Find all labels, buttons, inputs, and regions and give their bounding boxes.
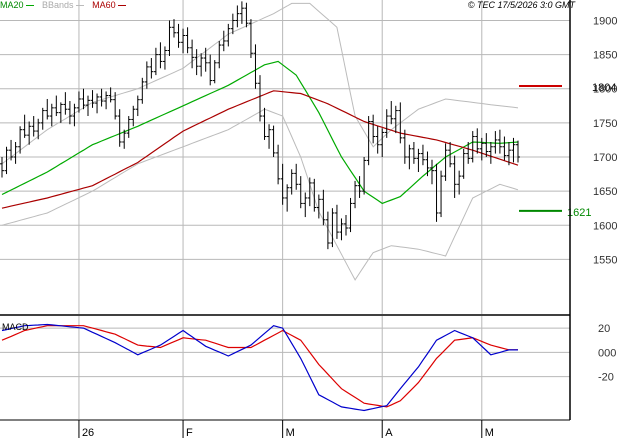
legend-ma20: MA20 — [0, 0, 34, 11]
chart-canvas: 18041621 1550160016501700175018001850190… — [0, 0, 617, 439]
legend-ma20-swatch — [25, 5, 34, 6]
x-tick-label: F — [186, 427, 193, 439]
legend-ma60-swatch — [117, 5, 126, 6]
price-tick-label: 1900 — [593, 15, 617, 27]
legend-ma20-label: MA20 — [0, 0, 24, 10]
legend-bbands-swatch — [75, 5, 84, 6]
x-tick-label: M — [286, 427, 295, 439]
legend-ma60-label: MA60 — [92, 0, 116, 10]
price-panel: 18041621 1550160016501700175018001850190… — [0, 0, 617, 314]
price-y-axis: 1550 1600 1650 1700 1750 1800 1850 1900 — [593, 15, 617, 266]
copyright-text: © TEC 17/5/2026 3:0 GMT — [467, 0, 575, 10]
price-tick-label: 1550 — [593, 254, 617, 266]
legend-bbands-label: BBands — [42, 0, 74, 10]
legend-ma60: MA60 — [92, 0, 126, 11]
price-tick-label: 1800 — [593, 84, 617, 96]
legend: MA20 BBands MA60 — [0, 0, 132, 11]
price-tick-label: 1750 — [593, 118, 617, 130]
x-tick-label: M — [485, 427, 494, 439]
macd-panel-title: MACD — [2, 322, 29, 332]
macd-tick-label: -20 — [598, 372, 614, 384]
price-tick-label: 1650 — [593, 186, 617, 198]
macd-tick-label: 20 — [598, 323, 610, 335]
x-tick-label: 26 — [82, 427, 94, 439]
macd-y-axis: 20 000 -20 — [598, 323, 616, 383]
macd-tick-label: 000 — [598, 347, 616, 359]
price-tick-label: 1600 — [593, 220, 617, 232]
legend-bbands: BBands — [42, 0, 84, 11]
macd-panel: 20 000 -20 — [0, 316, 616, 419]
price-tick-label: 1700 — [593, 152, 617, 164]
price-tick-label: 1850 — [593, 50, 617, 62]
x-tick-label: A — [385, 427, 393, 439]
x-axis: 26 F M A M — [78, 420, 494, 439]
